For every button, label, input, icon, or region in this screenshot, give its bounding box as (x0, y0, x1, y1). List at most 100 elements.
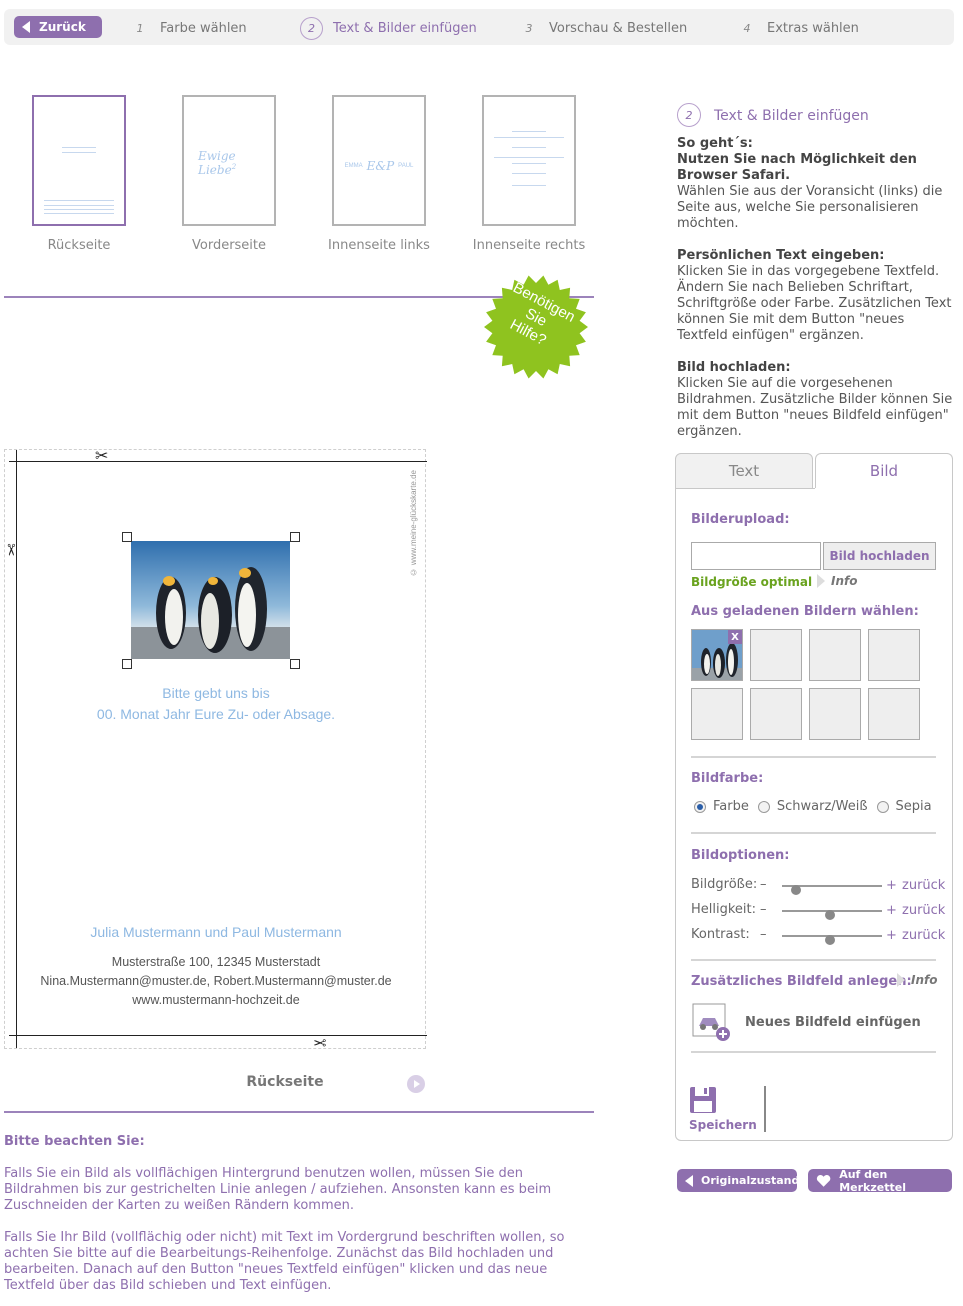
brightness-increase-button[interactable]: + (886, 903, 897, 918)
back-button-label: Zurück (39, 20, 86, 34)
card-canvas[interactable]: ✂ ✂ ✂ © www.meine-glückskarte.de Bitte g… (1, 448, 427, 1052)
radio-button[interactable] (876, 800, 889, 813)
card-emails[interactable]: Nina.Mustermann@muster.de, Robert.Muster… (5, 974, 427, 988)
back-button[interactable]: Zurück (14, 16, 102, 38)
image-help-title: Bild hochladen: (677, 360, 791, 375)
tab-image[interactable]: Bild (815, 453, 953, 489)
image-slot-4[interactable] (868, 629, 920, 681)
size-slider-knob[interactable] (791, 885, 801, 895)
step-1-choose-color[interactable]: 1 Farbe wählen (130, 17, 247, 39)
color-option-sepia[interactable]: Sepia (876, 799, 932, 814)
size-increase-button[interactable]: + (886, 878, 897, 893)
upload-title: Bilderupload: (691, 512, 790, 527)
step-label: Extras wählen (767, 20, 859, 36)
save-button[interactable]: Speichern (689, 1086, 759, 1132)
notes-paragraph-1: Falls Sie ein Bild als vollflächigen Hin… (4, 1166, 552, 1213)
scissors-icon: ✂ (1, 543, 21, 557)
step-number-2: 2 (300, 16, 323, 40)
add-to-wishlist-button[interactable]: Auf den Merkzettel (808, 1167, 952, 1194)
card-side-url: © www.meine-glückskarte.de (409, 470, 418, 577)
option-brightness-label: Helligkeit: (691, 902, 757, 917)
extra-info-link[interactable]: Info (897, 973, 937, 987)
step-label: Vorschau & Bestellen (549, 20, 688, 36)
thumbnail-inside-right[interactable] (482, 95, 576, 226)
card-rsvp-line-1[interactable]: Bitte gebt uns bis (5, 685, 427, 701)
info-link[interactable]: Info (817, 574, 857, 588)
thumbnail-front-side[interactable]: Ewige Liebe2 (182, 95, 276, 226)
step-navigation: Zurück 1 Farbe wählen 2 Text & Bilder ei… (4, 9, 954, 45)
notes-paragraph-2: Falls Sie Ihr Bild (vollflächig oder nic… (4, 1230, 565, 1293)
toolbar-divider (764, 1086, 766, 1132)
arrow-left-icon (22, 21, 30, 33)
image-options-title: Bildoptionen: (691, 848, 790, 863)
option-contrast-label: Kontrast: (691, 927, 750, 942)
scissors-icon: ✂ (313, 1033, 327, 1052)
brightness-reset-link[interactable]: zurück (902, 903, 945, 918)
sidebar-step-number: 2 (677, 103, 701, 127)
card-address[interactable]: Musterstraße 100, 12345 Musterstadt (5, 955, 427, 969)
image-slot-7[interactable] (809, 688, 861, 740)
color-option-bw[interactable]: Schwarz/Weiß (757, 799, 868, 814)
image-slot-2[interactable] (750, 629, 802, 681)
radio-button[interactable] (757, 800, 770, 813)
contrast-slider-knob[interactable] (825, 935, 835, 945)
tab-text[interactable]: Text (675, 453, 813, 489)
image-slot-5[interactable] (691, 688, 743, 740)
thumbnail-name-right: PAUL (398, 163, 414, 169)
option-size-label: Bildgröße: (691, 877, 758, 892)
image-slot-1[interactable]: X (691, 629, 743, 681)
color-option-label: Schwarz/Weiß (776, 799, 868, 814)
resize-handle-bottom-right[interactable] (290, 659, 300, 669)
delete-image-button[interactable]: X (728, 630, 742, 644)
image-frame[interactable] (122, 532, 300, 669)
brightness-decrease-button[interactable]: – (760, 902, 767, 917)
resize-handle-top-left[interactable] (122, 532, 132, 542)
step-number-3: 3 (525, 21, 533, 35)
step-3-preview-order[interactable]: 3 Vorschau & Bestellen (519, 17, 688, 39)
step-2-text-images[interactable]: 2 Text & Bilder einfügen (300, 16, 477, 40)
add-to-wishlist-label: Auf den Merkzettel (839, 1167, 906, 1194)
info-label: Info (911, 973, 938, 987)
image-color-title: Bildfarbe: (691, 771, 764, 786)
section-divider (691, 959, 936, 961)
reset-original-button[interactable]: Originalzustand (677, 1169, 800, 1192)
next-page-button[interactable] (407, 1075, 425, 1093)
thumbnail-inside-left[interactable]: EMMA E&P PAUL (332, 95, 426, 226)
size-decrease-button[interactable]: – (760, 877, 767, 892)
text-help-body: Klicken Sie in das vorgegebene Textfeld.… (677, 264, 952, 343)
arrow-right-icon (414, 1080, 420, 1088)
step-label: Text & Bilder einfügen (333, 20, 477, 36)
thumbnail-back-side[interactable] (32, 95, 126, 226)
radio-button[interactable] (694, 800, 706, 813)
upload-image-button[interactable]: Bild hochladen (823, 542, 936, 570)
sidebar-step-title: Text & Bilder einfügen (714, 108, 869, 124)
brightness-slider-knob[interactable] (825, 910, 835, 920)
arrow-left-icon (685, 1174, 693, 1187)
card-names[interactable]: Julia Mustermann und Paul Mustermann (5, 924, 427, 940)
section-divider (691, 832, 936, 834)
card-website[interactable]: www.mustermann-hochzeit.de (5, 993, 427, 1007)
howto-bold: Nutzen Sie nach Möglichkeit den Browser … (677, 152, 917, 183)
color-option-color[interactable]: Farbe (694, 799, 749, 814)
image-slot-6[interactable] (750, 688, 802, 740)
save-label: Speichern (689, 1118, 757, 1132)
image-slot-8[interactable] (868, 688, 920, 740)
sidebar-text-help: Persönlichen Text eingeben: Klicken Sie … (677, 248, 957, 344)
upload-file-input[interactable] (691, 542, 821, 570)
contrast-reset-link[interactable]: zurück (902, 928, 945, 943)
reset-original-label: Originalzustand (701, 1174, 800, 1187)
image-slot-3[interactable] (809, 629, 861, 681)
resize-handle-bottom-left[interactable] (122, 659, 132, 669)
card-rsvp-line-2[interactable]: 00. Monat Jahr Eure Zu- oder Absage. (5, 706, 427, 722)
new-image-field-button[interactable]: Neues Bildfeld einfügen (691, 1002, 936, 1042)
step-4-extras[interactable]: 4 Extras wählen (737, 17, 859, 39)
contrast-decrease-button[interactable]: – (760, 927, 767, 942)
current-page-name: Rückseite (246, 1074, 324, 1090)
contrast-increase-button[interactable]: + (886, 928, 897, 943)
step-label: Farbe wählen (160, 20, 247, 36)
color-option-label: Sepia (895, 799, 932, 814)
sidebar-image-help: Bild hochladen: Klicken Sie auf die vorg… (677, 360, 957, 440)
size-reset-link[interactable]: zurück (902, 878, 945, 893)
resize-handle-top-right[interactable] (290, 532, 300, 542)
help-badge[interactable]: Benötigen Sie Hilfe? (483, 274, 589, 380)
